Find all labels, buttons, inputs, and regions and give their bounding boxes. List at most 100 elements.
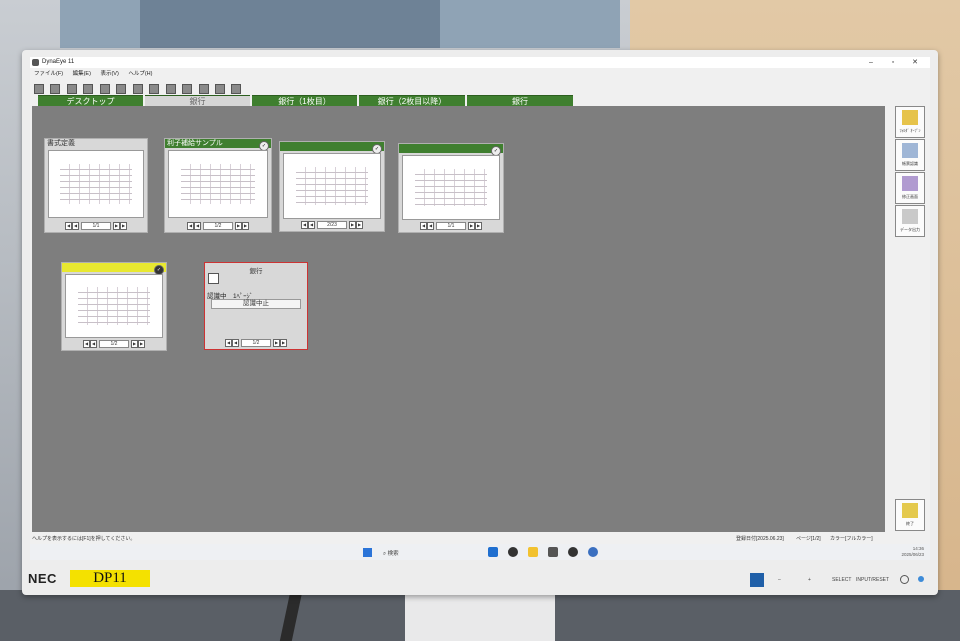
settings-gear-icon[interactable]	[588, 547, 598, 557]
card-title: 書式定義	[47, 140, 75, 147]
last-page-button[interactable]: ▶	[475, 222, 482, 230]
monitor-plus-button[interactable]: +	[808, 577, 811, 583]
status-color: カラー[フルカラー]	[830, 536, 873, 542]
zoom-icon[interactable]	[214, 84, 225, 94]
rotate-right-icon[interactable]	[198, 84, 209, 94]
recognition-card: 銀行 認識中 1ﾍﾟｰｼﾞ 認識中止 ◀ ◀ 1/2 ▶ ▶	[204, 262, 308, 350]
page-indicator: 2/23	[317, 221, 347, 229]
app-icon-3[interactable]	[568, 547, 578, 557]
document-thumbnail	[168, 150, 268, 218]
monitor-minus-button[interactable]: –	[778, 577, 781, 583]
first-page-button[interactable]: ◀	[420, 222, 427, 230]
next-page-button[interactable]: ▶	[468, 222, 475, 230]
next-page-button[interactable]: ▶	[235, 222, 242, 230]
card-title: 利子補給サンプル	[165, 139, 271, 148]
menu-bar: ファイル(F) 編集(E) 表示(V) ヘルプ(H)	[30, 69, 930, 80]
first-page-button[interactable]: ◀	[65, 222, 72, 230]
menu-help[interactable]: ヘルプ(H)	[128, 71, 152, 77]
last-page-button[interactable]: ▶	[242, 222, 249, 230]
next-page-button[interactable]: ▶	[349, 221, 356, 229]
first-page-button[interactable]: ◀	[187, 222, 194, 230]
cut-icon[interactable]	[99, 84, 110, 94]
taskbar: ⌕ 検索 14:36 2025/06/23	[30, 544, 930, 560]
scan-tool-icon[interactable]	[116, 84, 127, 94]
data-export-button[interactable]: データ出力	[895, 205, 925, 237]
last-page-button[interactable]: ▶	[356, 221, 363, 229]
document-thumbnail	[65, 274, 163, 338]
menu-view[interactable]: 表示(V)	[100, 71, 118, 77]
taskbar-clock[interactable]: 14:36 2025/06/23	[901, 546, 924, 558]
print-icon[interactable]	[132, 84, 143, 94]
screen: DynaEye 11 – ▫ ✕ ファイル(F) 編集(E) 表示(V) ヘルプ(H…	[30, 57, 930, 560]
card-format[interactable]: 書式定義 ◀ ◀ 1/1 ▶ ▶	[44, 138, 148, 233]
card-sample[interactable]: 利子補給サンプル ✓ ◀ ◀ 1/2 ▶ ▶	[164, 138, 272, 233]
page-indicator: 1/2	[203, 222, 233, 230]
exit-icon	[902, 503, 918, 518]
exit-button[interactable]: 終了	[895, 499, 925, 531]
windows-start-icon[interactable]	[363, 548, 372, 557]
monitor: DynaEye 11 – ▫ ✕ ファイル(F) 編集(E) 表示(V) ヘルプ(H…	[22, 50, 938, 595]
monitor-select-button[interactable]: SELECT	[832, 577, 851, 583]
prev-page-button[interactable]: ◀	[72, 222, 79, 230]
outlook-icon[interactable]	[488, 547, 498, 557]
app-icon-1[interactable]	[508, 547, 518, 557]
next-page-button[interactable]: ▶	[113, 222, 120, 230]
recognition-title: 銀行	[249, 268, 263, 275]
status-date: 登録日付[2025.06.23]	[736, 536, 784, 542]
settings-icon[interactable]	[165, 84, 176, 94]
prev-page-button[interactable]: ◀	[308, 221, 315, 229]
last-page-button[interactable]: ▶	[280, 339, 287, 347]
card-bank-c[interactable]: ✓ ◀ ◀ 1/2 ▶ ▶	[61, 262, 167, 351]
page-nav: ◀ ◀ 1/2 ▶ ▶	[205, 339, 307, 347]
scan-icon	[902, 143, 918, 158]
save-icon[interactable]	[50, 84, 61, 94]
prev-page-button[interactable]: ◀	[427, 222, 434, 230]
power-led	[918, 576, 924, 582]
monitor-input-button[interactable]: INPUT/RESET	[856, 577, 889, 583]
app-icon-2[interactable]	[548, 547, 558, 557]
label-tape: DP11	[70, 570, 150, 587]
close-button[interactable]: ✕	[904, 58, 926, 66]
file-explorer-icon[interactable]	[528, 547, 538, 557]
menu-edit[interactable]: 編集(E)	[73, 71, 91, 77]
first-page-button[interactable]: ◀	[301, 221, 308, 229]
stop-recognition-button[interactable]: 認識中止	[211, 299, 301, 309]
status-bar: ヘルプを表示するには[F1]を押してください。 登録日付[2025.06.23]…	[30, 534, 930, 543]
image-icon[interactable]	[149, 84, 160, 94]
page-nav: ◀ ◀ 1/2 ▶ ▶	[62, 340, 166, 348]
card-bank-a[interactable]: ✓ ◀ ◀ 2/23 ▶ ▶	[279, 141, 385, 232]
menu-file[interactable]: ファイル(F)	[34, 71, 63, 77]
energy-star-icon	[750, 573, 764, 587]
last-page-button[interactable]: ▶	[120, 222, 127, 230]
first-page-button[interactable]: ◀	[225, 339, 232, 347]
next-page-button[interactable]: ▶	[273, 339, 280, 347]
prev-page-button[interactable]: ◀	[194, 222, 201, 230]
help-icon[interactable]	[231, 84, 242, 94]
recognition-icon	[208, 273, 219, 284]
folder-open-button[interactable]: ﾌｫﾙﾀﾞ ｵｰﾌﾟﾝ	[895, 106, 925, 138]
card-title	[280, 142, 384, 151]
power-icon[interactable]	[900, 575, 909, 584]
paste-icon[interactable]	[83, 84, 94, 94]
copy-icon[interactable]	[66, 84, 77, 94]
next-page-button[interactable]: ▶	[131, 340, 138, 348]
prev-page-button[interactable]: ◀	[90, 340, 97, 348]
prev-page-button[interactable]: ◀	[232, 339, 239, 347]
background-window-dark	[140, 0, 440, 48]
minimize-button[interactable]: –	[860, 59, 882, 66]
correction-screen-button[interactable]: 修正画面	[895, 172, 925, 204]
export-icon	[902, 209, 918, 224]
button-label: 修正画面	[902, 194, 918, 199]
card-bank-b[interactable]: ✓ ◀ ◀ 1/1 ▶ ▶	[398, 143, 504, 233]
first-page-button[interactable]: ◀	[83, 340, 90, 348]
form-recognition-button[interactable]: 帳票認識	[895, 139, 925, 171]
page-nav: ◀ ◀ 1/2 ▶ ▶	[165, 222, 271, 230]
open-icon[interactable]	[34, 84, 44, 94]
taskbar-search[interactable]: ⌕ 検索	[383, 549, 399, 558]
brand-logo: NEC	[28, 571, 57, 586]
rotate-left-icon[interactable]	[182, 84, 193, 94]
maximize-button[interactable]: ▫	[882, 59, 904, 66]
card-title	[399, 144, 503, 153]
tab-bar: デスクトップ 銀行 銀行（1枚目） 銀行（2枚目以降） 銀行	[38, 95, 878, 107]
last-page-button[interactable]: ▶	[138, 340, 145, 348]
